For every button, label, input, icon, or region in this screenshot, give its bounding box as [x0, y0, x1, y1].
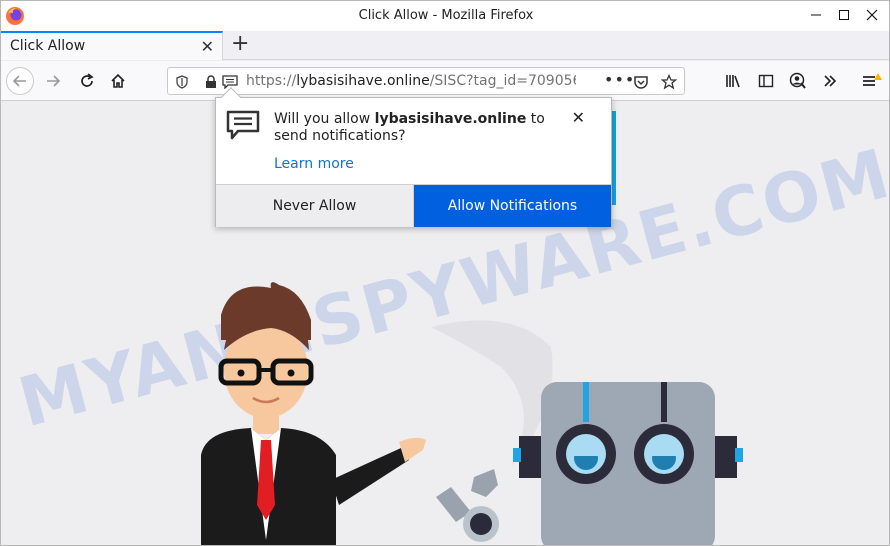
- chevron-double-right-icon: [824, 75, 837, 87]
- library-button[interactable]: [720, 67, 748, 95]
- speech-bubble-icon: [226, 110, 260, 140]
- arrow-right-icon: [47, 75, 61, 87]
- close-icon: [866, 9, 878, 21]
- url-scheme: https://: [246, 73, 297, 89]
- tab-label: Click Allow: [10, 38, 86, 54]
- popup-message-host: lybasisihave.online: [374, 111, 527, 127]
- star-icon[interactable]: [660, 73, 678, 91]
- tab-strip: Click Allow ✕ +: [1, 31, 889, 60]
- account-icon: [789, 72, 806, 89]
- title-bar: Click Allow - Mozilla Firefox: [1, 1, 889, 31]
- sidebar-icon: [758, 74, 774, 88]
- pocket-icon[interactable]: [632, 73, 650, 91]
- new-tab-button[interactable]: +: [231, 33, 249, 55]
- popup-button-row: Never Allow Allow Notifications: [216, 184, 611, 227]
- tab-close-icon[interactable]: ✕: [201, 37, 214, 56]
- minimize-icon: [811, 14, 821, 16]
- url-host: lybasisihave.online: [296, 73, 430, 89]
- back-button[interactable]: [6, 67, 34, 95]
- home-button[interactable]: [104, 67, 132, 95]
- robot-illustration: [513, 382, 743, 545]
- library-icon: [726, 75, 740, 88]
- shield-icon[interactable]: [173, 73, 191, 91]
- close-window-button[interactable]: [853, 1, 889, 29]
- learn-more-link[interactable]: Learn more: [274, 156, 354, 172]
- allow-notifications-button[interactable]: Allow Notifications: [414, 185, 611, 227]
- account-button[interactable]: [784, 67, 812, 95]
- popup-close-icon[interactable]: ✕: [572, 108, 585, 127]
- home-icon: [111, 73, 125, 88]
- reload-button[interactable]: [73, 67, 101, 95]
- businessman-illustration: [201, 282, 426, 545]
- hamburger-menu-icon: [863, 73, 882, 86]
- navigation-toolbar: https://lybasisihave.online/SISC?tag_id=…: [1, 61, 889, 101]
- sidebar-button[interactable]: [752, 67, 780, 95]
- popup-message: Will you allow lybasisihave.online to se…: [274, 111, 564, 145]
- url-path: /SISC?tag_id=709056: [429, 73, 576, 89]
- maximize-icon: [839, 10, 849, 20]
- url-text: https://lybasisihave.online/SISC?tag_id=…: [246, 73, 576, 89]
- page-actions-button[interactable]: •••: [604, 70, 635, 89]
- forward-button[interactable]: [39, 67, 67, 95]
- never-allow-button[interactable]: Never Allow: [216, 185, 414, 227]
- reload-icon: [81, 73, 94, 87]
- tab-click-allow[interactable]: Click Allow ✕: [1, 31, 223, 60]
- window-title: Click Allow - Mozilla Firefox: [358, 8, 534, 23]
- lock-icon[interactable]: [202, 73, 220, 91]
- popup-message-prefix: Will you allow: [274, 111, 375, 127]
- url-bar[interactable]: https://lybasisihave.online/SISC?tag_id=…: [167, 67, 685, 95]
- notification-permission-popup: Will you allow lybasisihave.online to se…: [215, 87, 612, 227]
- hamburger-menu-button[interactable]: [858, 67, 886, 95]
- arrow-left-icon: [12, 75, 26, 87]
- browser-window: Click Allow - Mozilla Firefox Click Allo…: [0, 0, 890, 546]
- overflow-menu-button[interactable]: [816, 67, 844, 95]
